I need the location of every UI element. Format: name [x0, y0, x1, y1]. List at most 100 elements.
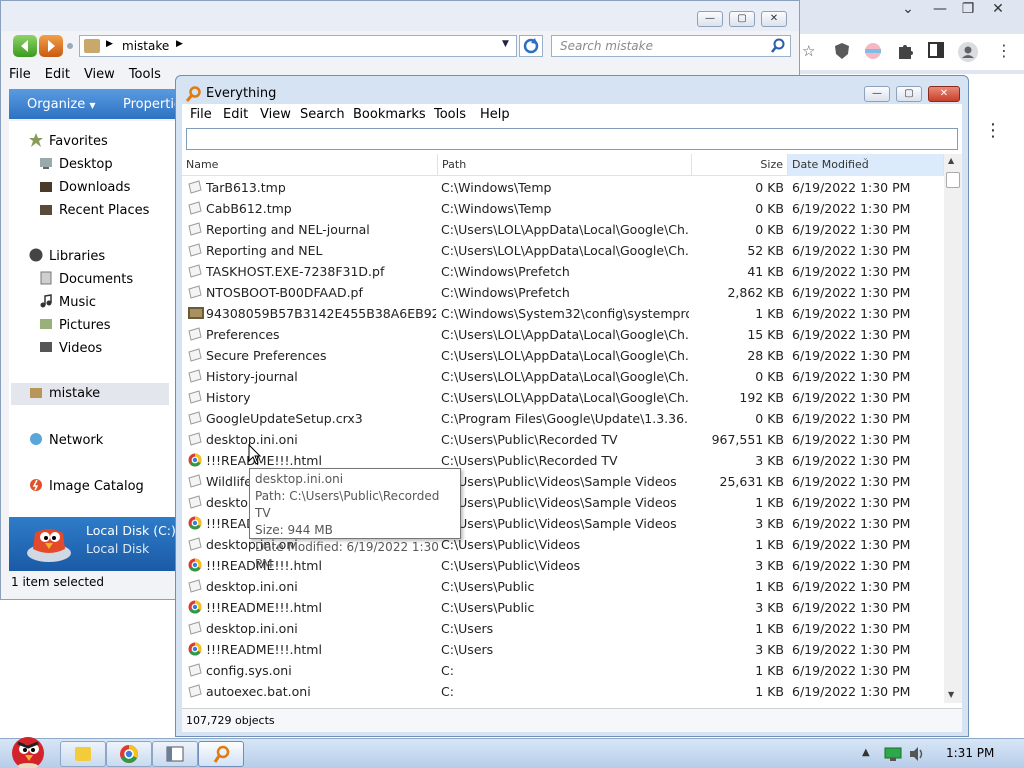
- breadcrumb-arrow-icon[interactable]: ▶: [176, 39, 183, 49]
- forward-button[interactable]: [39, 35, 63, 57]
- explorer-minimize-button[interactable]: —: [697, 11, 723, 27]
- bookmark-star-icon[interactable]: ☆: [802, 42, 822, 62]
- breadcrumb-arrow-icon[interactable]: ▶: [106, 39, 113, 49]
- result-row[interactable]: Reporting and NEL-journal C:\Users\LOL\Ap…: [182, 219, 944, 240]
- scrollbar-thumb[interactable]: [946, 172, 960, 188]
- tray-expand-icon[interactable]: ▲: [862, 747, 870, 758]
- result-row[interactable]: History-journal C:\Users\LOL\AppData\Loca…: [182, 366, 944, 387]
- side-panel-icon[interactable]: [928, 42, 948, 62]
- nav-videos-label: Videos: [59, 341, 103, 356]
- menu-search[interactable]: Search: [300, 107, 345, 122]
- scroll-down-arrow-icon[interactable]: ▼: [948, 690, 954, 699]
- column-size[interactable]: Size: [692, 154, 788, 176]
- result-row[interactable]: !!!README!!!.html C:\Users\Public 3 KB 6/19…: [182, 597, 944, 618]
- profile-avatar-icon[interactable]: [958, 42, 978, 62]
- menu-bookmarks[interactable]: Bookmarks: [353, 107, 426, 122]
- result-row[interactable]: config.sys.oni C: 1 KB 6/19/2022 1:30 PM: [182, 660, 944, 681]
- taskbar-chrome-button[interactable]: [106, 741, 152, 767]
- page-menu-icon[interactable]: ⋮: [984, 120, 1002, 141]
- results-scrollbar[interactable]: ▲ ▼: [944, 154, 962, 703]
- explorer-close-button[interactable]: ✕: [761, 11, 787, 27]
- result-row[interactable]: NTOSBOOT-B00DFAAD.pf C:\Windows\Prefetch 2…: [182, 282, 944, 303]
- clock[interactable]: 1:31 PM: [946, 746, 994, 760]
- result-row[interactable]: autoexec.bat.oni C: 1 KB 6/19/2022 1:30 PM: [182, 681, 944, 702]
- everything-search-input[interactable]: [186, 128, 958, 150]
- file-icon: [188, 579, 204, 593]
- network-tray-icon[interactable]: [884, 747, 902, 761]
- menu-file[interactable]: File: [9, 67, 31, 82]
- recent-pages-icon[interactable]: [67, 43, 73, 49]
- result-row[interactable]: !!!README!!!.html C:\Users 3 KB 6/19/2022 1…: [182, 639, 944, 660]
- everything-minimize-button[interactable]: —: [864, 86, 890, 102]
- taskbar-explorer-button[interactable]: [60, 741, 106, 767]
- result-size: 0 KB: [755, 201, 784, 216]
- menu-view[interactable]: View: [260, 107, 291, 122]
- back-button[interactable]: [13, 35, 37, 57]
- result-path: C:\Users\Public\Recorded TV: [441, 453, 618, 468]
- explorer-search-input[interactable]: Search mistake: [551, 35, 791, 57]
- nav-favorites[interactable]: Favorites: [29, 133, 108, 153]
- address-dropdown-icon[interactable]: ▼: [502, 39, 509, 49]
- file-icon: [188, 348, 204, 362]
- nav-downloads[interactable]: Downloads: [39, 179, 130, 199]
- nav-recent-places[interactable]: Recent Places: [39, 202, 149, 222]
- chrome-restore-button[interactable]: ❐: [954, 0, 982, 18]
- taskbar-everything-button[interactable]: [198, 741, 244, 767]
- result-row[interactable]: TASKHOST.EXE-7238F31D.pf C:\Windows\Prefe…: [182, 261, 944, 282]
- explorer-maximize-button[interactable]: ▢: [729, 11, 755, 27]
- chrome-chevron-down-icon[interactable]: ⌄: [894, 0, 922, 18]
- volume-tray-icon[interactable]: [908, 746, 924, 762]
- result-row[interactable]: desktop.ini.oni C:\Users 1 KB 6/19/2022 1:3…: [182, 618, 944, 639]
- taskbar-window-button[interactable]: [152, 741, 198, 767]
- tooltip-name: desktop.ini.oni: [255, 472, 344, 486]
- result-size: 1 KB: [755, 306, 784, 321]
- result-row[interactable]: 94308059B57B3142E455B38A6EB92015 C:\Windo…: [182, 303, 944, 324]
- menu-tools[interactable]: Tools: [434, 107, 466, 122]
- nav-network[interactable]: Network: [29, 432, 103, 452]
- result-row[interactable]: desktop.ini.oni C:\Users\Public 1 KB 6/19/2…: [182, 576, 944, 597]
- file-icon: [188, 243, 204, 257]
- scroll-up-arrow-icon[interactable]: ▲: [948, 156, 954, 165]
- column-path[interactable]: Path: [438, 154, 692, 176]
- column-name[interactable]: Name: [182, 154, 438, 176]
- ublock-icon[interactable]: [834, 42, 854, 62]
- result-name: History-journal: [206, 369, 298, 384]
- menu-help[interactable]: Help: [480, 107, 510, 122]
- column-date-modified[interactable]: Date Modified ⌄: [788, 153, 944, 176]
- nav-image-catalog[interactable]: Image Catalog: [29, 478, 144, 498]
- search-icon[interactable]: [770, 38, 786, 54]
- menu-edit[interactable]: Edit: [45, 67, 70, 82]
- result-row[interactable]: CabB612.tmp C:\Windows\Temp 0 KB 6/19/2022 …: [182, 198, 944, 219]
- refresh-button[interactable]: [519, 35, 543, 57]
- nav-documents[interactable]: Documents: [39, 271, 133, 291]
- result-row[interactable]: Secure Preferences C:\Users\LOL\AppData\L…: [182, 345, 944, 366]
- result-row[interactable]: History C:\Users\LOL\AppData\Local\Google…: [182, 387, 944, 408]
- browser-menu-icon[interactable]: ⋮: [996, 42, 1016, 62]
- start-button[interactable]: [4, 731, 52, 768]
- menu-tools[interactable]: Tools: [129, 67, 161, 82]
- organize-button[interactable]: Organize ▼: [27, 97, 96, 112]
- result-row[interactable]: GoogleUpdateSetup.crx3 C:\Program Files\G…: [182, 408, 944, 429]
- menu-file[interactable]: File: [190, 107, 212, 122]
- nav-music[interactable]: Music: [39, 294, 96, 314]
- extensions-puzzle-icon[interactable]: [896, 42, 916, 62]
- nav-mistake[interactable]: mistake: [11, 383, 169, 405]
- result-date: 6/19/2022 1:30 PM: [792, 201, 911, 216]
- extension-flag-icon[interactable]: [864, 42, 884, 62]
- result-row[interactable]: TarB613.tmp C:\Windows\Temp 0 KB 6/19/2022 …: [182, 177, 944, 198]
- chrome-minimize-button[interactable]: —: [926, 0, 954, 18]
- menu-edit[interactable]: Edit: [223, 107, 248, 122]
- result-row[interactable]: Preferences C:\Users\LOL\AppData\Local\Go…: [182, 324, 944, 345]
- nav-videos[interactable]: Videos: [39, 340, 102, 360]
- nav-pictures[interactable]: Pictures: [39, 317, 110, 337]
- menu-view[interactable]: View: [84, 67, 115, 82]
- address-bar[interactable]: ▶ mistake ▶ ▼: [79, 35, 517, 57]
- result-row[interactable]: desktop.ini.oni C:\Users\Public\Recorded …: [182, 429, 944, 450]
- address-folder-label[interactable]: mistake: [122, 39, 169, 53]
- everything-maximize-button[interactable]: ▢: [896, 86, 922, 102]
- everything-close-button[interactable]: ✕: [928, 86, 960, 102]
- chrome-close-button[interactable]: ✕: [984, 0, 1012, 18]
- nav-libraries[interactable]: Libraries: [29, 248, 105, 268]
- result-row[interactable]: Reporting and NEL C:\Users\LOL\AppData\Lo…: [182, 240, 944, 261]
- nav-desktop[interactable]: Desktop: [39, 156, 113, 176]
